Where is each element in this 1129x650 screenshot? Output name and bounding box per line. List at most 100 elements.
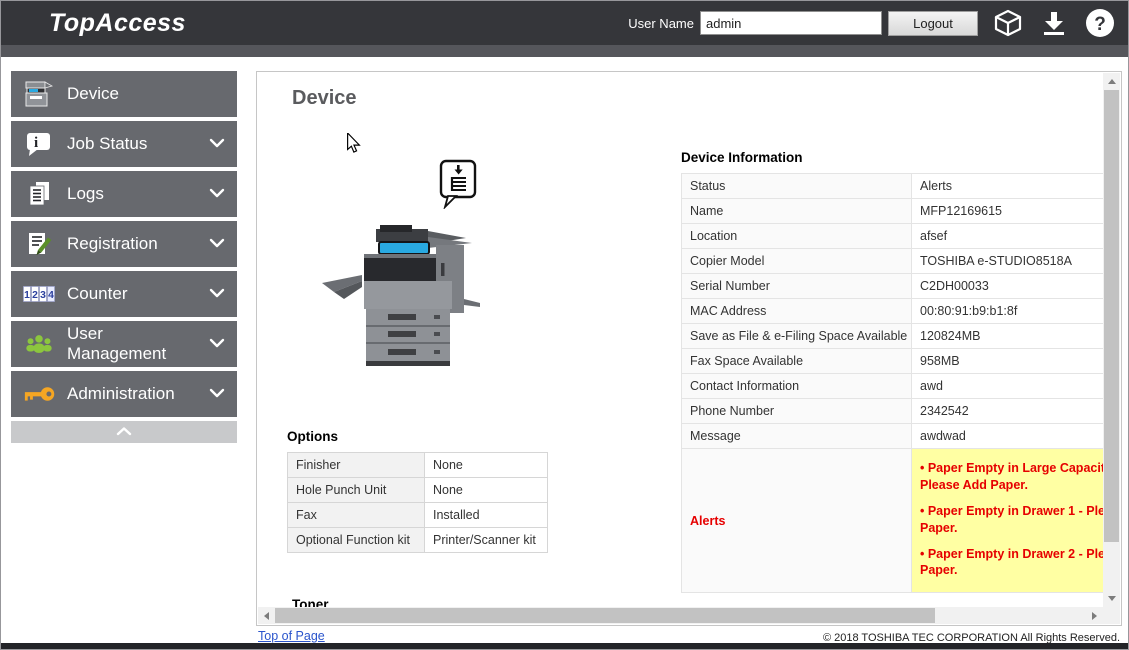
table-row: Status Alerts: [682, 174, 1104, 199]
scroll-right-button[interactable]: [1086, 607, 1103, 624]
scroll-left-button[interactable]: [258, 607, 275, 624]
option-label: Finisher: [288, 453, 425, 478]
sidebar-item-logs[interactable]: Logs: [11, 171, 237, 217]
chevron-down-icon: [209, 135, 225, 153]
scroll-up-button[interactable]: [1103, 73, 1120, 90]
sidebar-item-label: Device: [67, 84, 153, 104]
scroll-down-button[interactable]: [1103, 590, 1120, 607]
chevron-up-icon: [116, 423, 132, 441]
info-label: Contact Information: [682, 374, 912, 399]
info-label: MAC Address: [682, 299, 912, 324]
sidebar-nav: Device i Job Status: [11, 71, 237, 443]
table-row: Contact Information awd: [682, 374, 1104, 399]
info-label: Name: [682, 199, 912, 224]
alerts-list: • Paper Empty in Large Capacity Feeder -…: [912, 449, 1104, 593]
top-of-page-link[interactable]: Top of Page: [258, 629, 325, 643]
sidebar-item-label: Job Status: [67, 134, 181, 154]
table-row: Message awdwad: [682, 424, 1104, 449]
svg-text:1: 1: [24, 290, 30, 301]
svg-text:4: 4: [48, 290, 54, 301]
alerts-label: Alerts: [682, 449, 912, 593]
info-value: awd: [912, 374, 1104, 399]
svg-text:2: 2: [32, 290, 38, 301]
sidebar-item-administration[interactable]: Administration: [11, 371, 237, 417]
table-row: Phone Number 2342542: [682, 399, 1104, 424]
info-value: Alerts: [912, 174, 1104, 199]
table-row: Fax Installed: [288, 503, 548, 528]
options-section: Options Finisher None Hole Punch Unit No…: [287, 429, 548, 553]
alert-message: • Paper Empty in Drawer 2 - Please Add P…: [920, 546, 1103, 580]
scrollbar-corner: [1103, 607, 1120, 624]
sidebar-item-label: Counter: [67, 284, 161, 304]
table-row: Finisher None: [288, 453, 548, 478]
info-value: MFP12169615: [912, 199, 1104, 224]
table-row: Serial Number C2DH00033: [682, 274, 1104, 299]
table-row: Hole Punch Unit None: [288, 478, 548, 503]
device-information-section: Device Information Status Alerts Name MF…: [681, 150, 1103, 593]
vertical-scrollbar[interactable]: [1103, 73, 1120, 607]
device-printer-icon: [11, 79, 67, 109]
header-controls: User Name Logout ?: [628, 7, 1116, 39]
table-row: Save as File & e-Filing Space Available …: [682, 324, 1104, 349]
info-label: Status: [682, 174, 912, 199]
option-label: Fax: [288, 503, 425, 528]
chevron-down-icon: [209, 185, 225, 203]
chevron-down-icon: [209, 235, 225, 253]
info-label: Copier Model: [682, 249, 912, 274]
administration-key-icon: [11, 384, 67, 404]
info-value: 958MB: [912, 349, 1104, 374]
copier-illustration: [320, 223, 482, 374]
registration-icon: [11, 230, 67, 258]
option-label: Hole Punch Unit: [288, 478, 425, 503]
info-value: TOSHIBA e-STUDIO8518A: [912, 249, 1104, 274]
triangle-up-icon: [1108, 79, 1116, 84]
alerts-row: Alerts • Paper Empty in Large Capacity F…: [682, 449, 1104, 593]
info-value: 120824MB: [912, 324, 1104, 349]
info-label: Serial Number: [682, 274, 912, 299]
counter-icon: 1 2 3 4: [11, 285, 67, 303]
chevron-down-icon: [209, 335, 225, 353]
header-bar: TopAccess User Name Logout: [1, 1, 1128, 45]
table-row: MAC Address 00:80:91:b9:b1:8f: [682, 299, 1104, 324]
info-label: Fax Space Available: [682, 349, 912, 374]
info-value: 00:80:91:b9:b1:8f: [912, 299, 1104, 324]
info-label: Phone Number: [682, 399, 912, 424]
vertical-scroll-thumb[interactable]: [1104, 90, 1119, 542]
toner-section-title: Toner: [292, 597, 329, 607]
user-name-input[interactable]: [700, 11, 882, 35]
horizontal-scroll-thumb[interactable]: [275, 608, 935, 623]
topaccess-window: TopAccess User Name Logout: [0, 0, 1129, 650]
help-icon[interactable]: ?: [1084, 7, 1116, 39]
sidebar-item-job-status[interactable]: i Job Status: [11, 121, 237, 167]
table-row: Optional Function kit Printer/Scanner ki…: [288, 528, 548, 553]
logout-button[interactable]: Logout: [888, 11, 978, 36]
svg-text:?: ?: [1094, 14, 1106, 35]
horizontal-scrollbar[interactable]: [258, 607, 1103, 624]
option-value: None: [425, 478, 548, 503]
option-value: None: [425, 453, 548, 478]
info-value: afsef: [912, 224, 1104, 249]
table-row: Copier Model TOSHIBA e-STUDIO8518A: [682, 249, 1104, 274]
chevron-down-icon: [209, 285, 225, 303]
svg-text:3: 3: [40, 290, 46, 301]
sidebar-collapse-button[interactable]: [11, 421, 237, 443]
app-logo: TopAccess: [49, 9, 186, 38]
sidebar-item-device[interactable]: Device: [11, 71, 237, 117]
sidebar-item-registration[interactable]: Registration: [11, 221, 237, 267]
user-management-icon: [11, 332, 67, 356]
mouse-cursor: [346, 133, 361, 158]
info-label: Location: [682, 224, 912, 249]
job-status-icon: i: [11, 130, 67, 158]
main-panel: Device: [256, 71, 1122, 626]
page-title: Device: [292, 87, 357, 110]
info-value: awdwad: [912, 424, 1104, 449]
sidebar-item-user-management[interactable]: User Management: [11, 321, 237, 367]
logs-icon: [11, 180, 67, 208]
info-label: Save as File & e-Filing Space Available: [682, 324, 912, 349]
sidebar-item-counter[interactable]: 1 2 3 4 Counter: [11, 271, 237, 317]
device-alert-bubble-icon: [439, 159, 479, 214]
info-value: C2DH00033: [912, 274, 1104, 299]
install-software-download-icon[interactable]: [1038, 7, 1070, 39]
triangle-left-icon: [264, 612, 269, 620]
e-filing-cube-icon[interactable]: [992, 7, 1024, 39]
